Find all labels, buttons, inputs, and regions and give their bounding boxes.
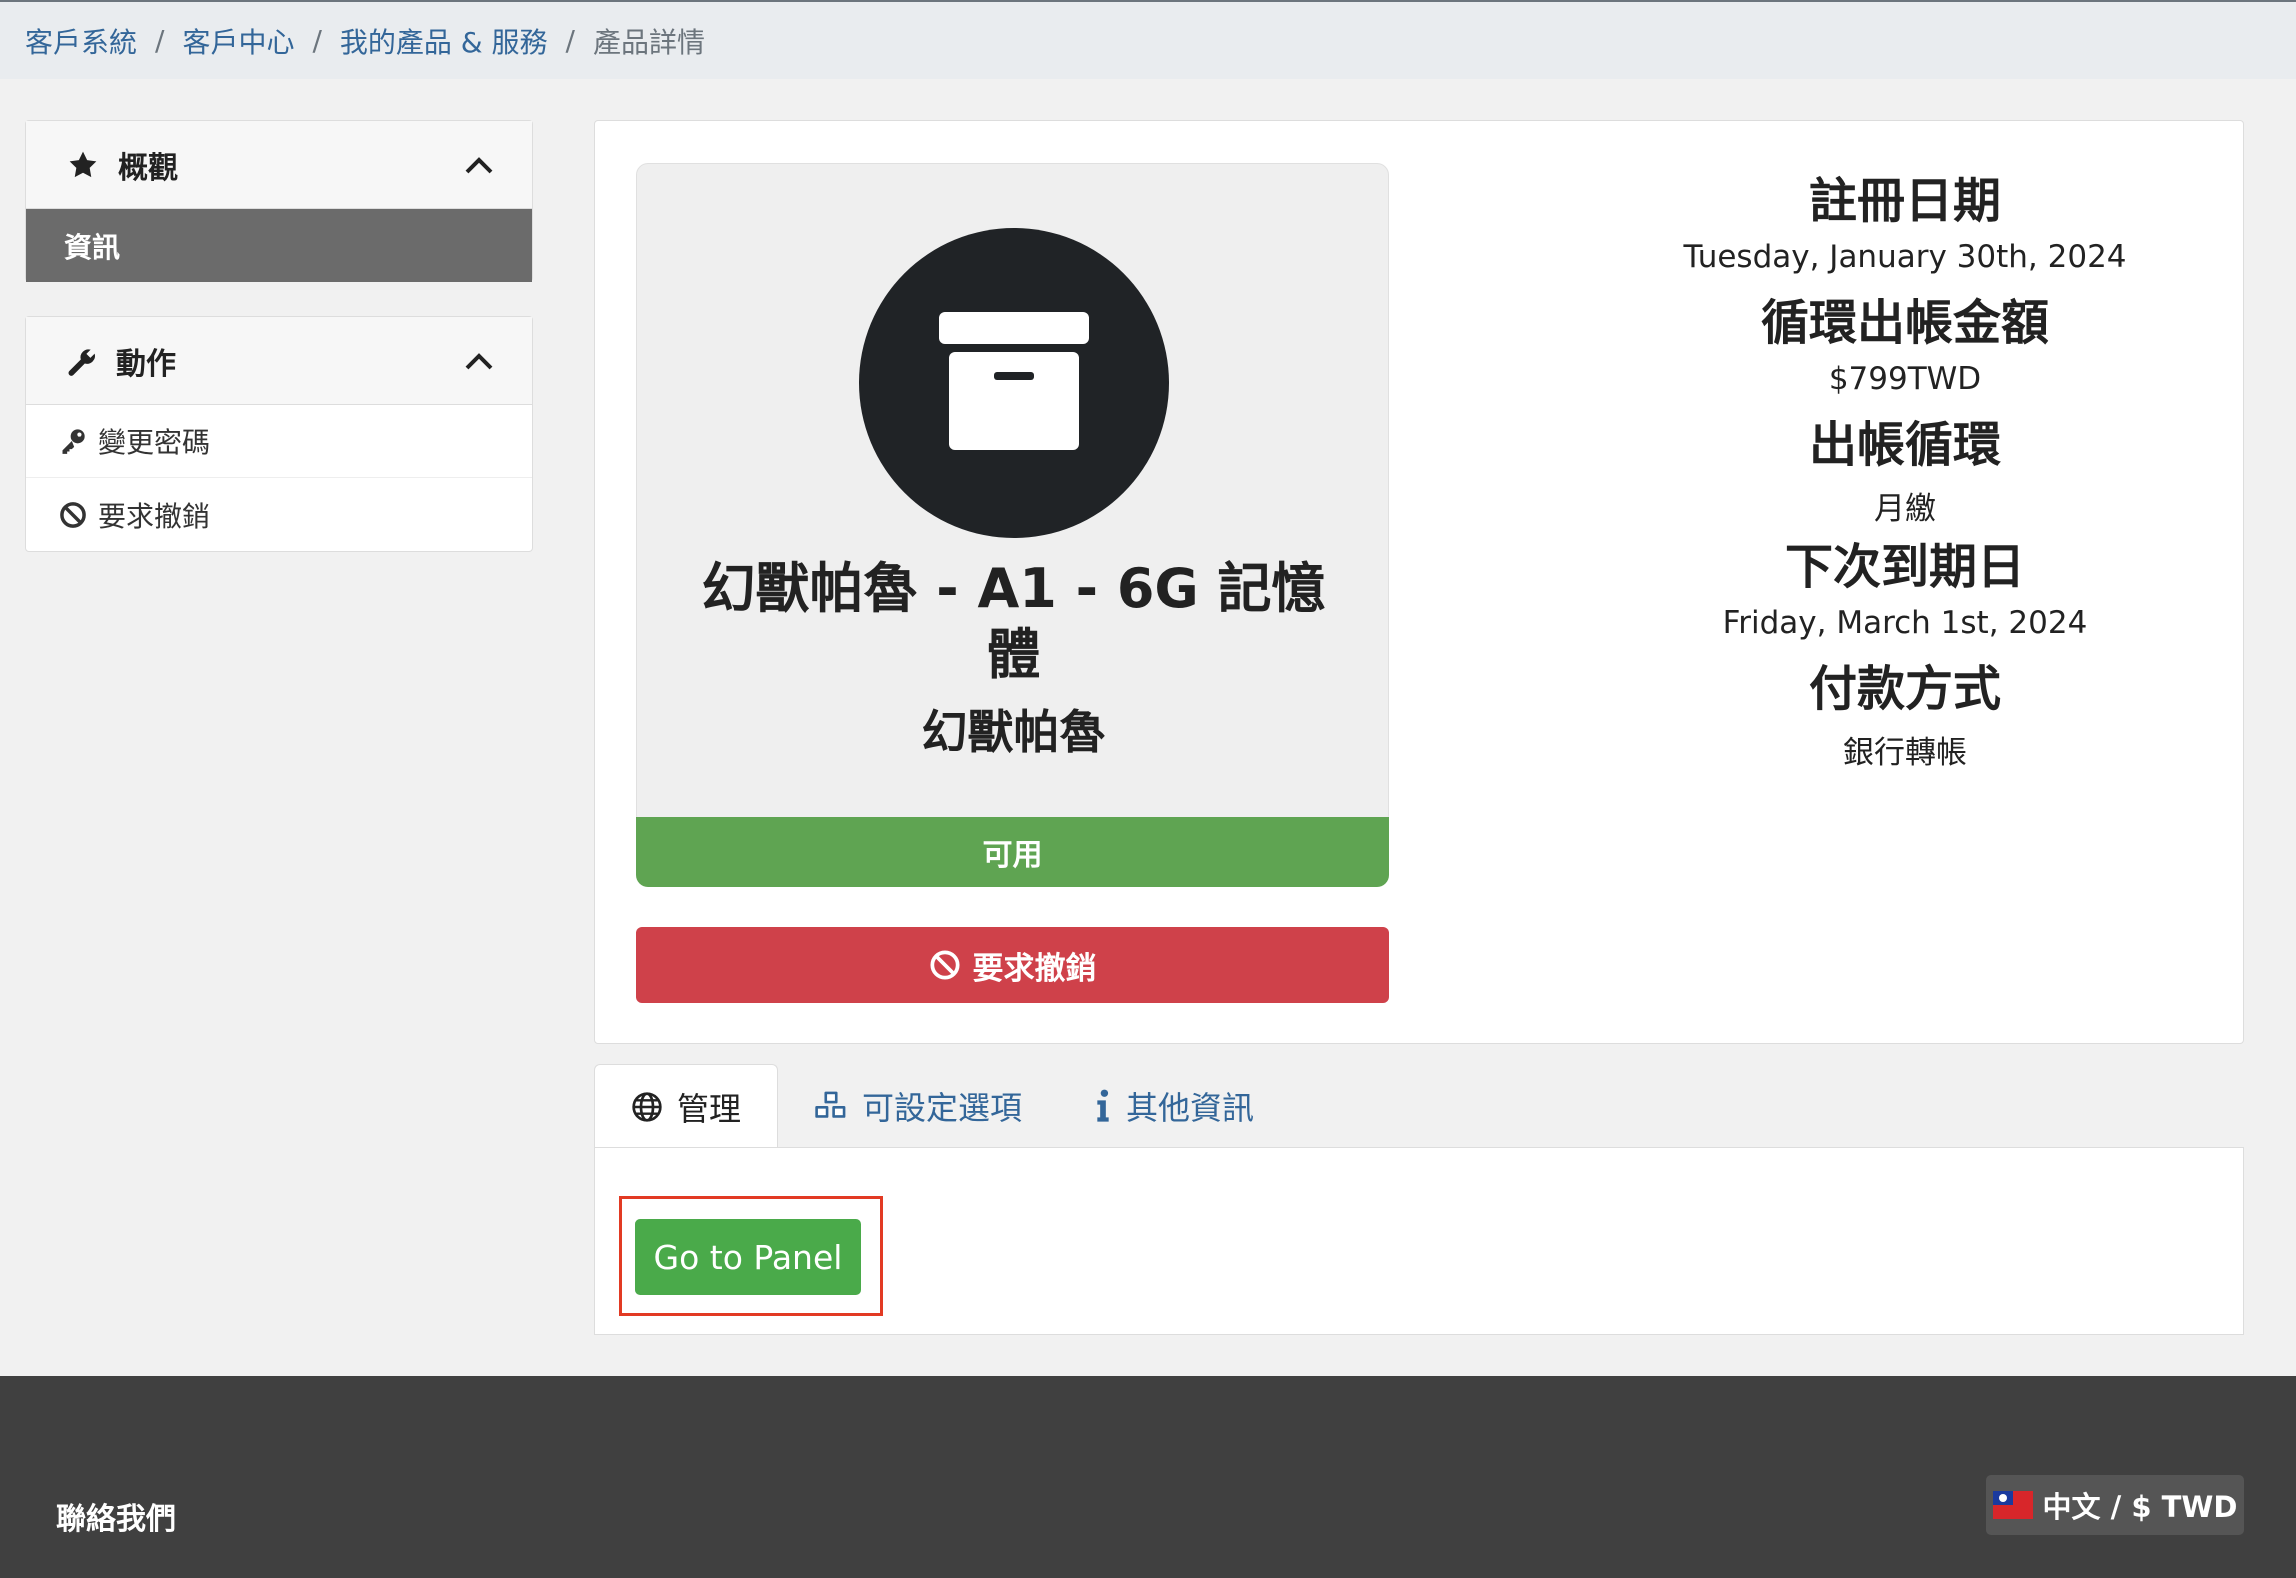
cancel-button-label: 要求撤銷 — [972, 950, 1097, 987]
sidebar-item-label: 變更密碼 — [98, 426, 211, 459]
product-box: 幻獸帕魯 - A1 - 6G 記憶體 幻獸帕魯 — [636, 163, 1389, 827]
breadcrumb-separator: / — [565, 24, 575, 57]
chevron-up-icon[interactable] — [464, 155, 494, 175]
product-group: 幻獸帕魯 — [921, 705, 1106, 759]
sidebar-item-label: 資訊 — [64, 230, 121, 264]
contact-us-link[interactable]: 聯絡我們 — [56, 1494, 176, 1538]
product-details-card: 幻獸帕魯 - A1 - 6G 記憶體 幻獸帕魯 可用 要求撤銷 註冊日期 Tue… — [594, 120, 2244, 1044]
info-icon — [1097, 1089, 1109, 1122]
payment-method-value: 銀行轉帳 — [1843, 735, 1967, 771]
ban-icon — [929, 950, 960, 980]
sidebar-actions-panel: 動作 變更密碼 要求撤銷 — [25, 316, 533, 552]
sidebar-item-info[interactable]: 資訊 — [26, 209, 532, 282]
status-badge: 可用 — [636, 817, 1389, 887]
tab-panel-manage: Go to Panel — [594, 1147, 2244, 1335]
language-currency-label: 中文 / $ TWD — [2042, 1490, 2238, 1524]
payment-method-label: 付款方式 — [1808, 661, 2001, 717]
footer: 聯絡我們 中文 / $ TWD — [0, 1376, 2296, 1578]
sidebar-overview-panel: 概觀 資訊 — [25, 120, 533, 282]
sidebar-item-change-password[interactable]: 變更密碼 — [26, 405, 532, 478]
key-icon — [58, 426, 88, 456]
sidebar-item-request-cancellation[interactable]: 要求撤銷 — [26, 478, 532, 551]
registration-date-label: 註冊日期 — [1808, 173, 2001, 229]
sidebar-item-label: 要求撤銷 — [98, 499, 211, 533]
status-label: 可用 — [982, 838, 1043, 873]
taiwan-flag-icon — [1992, 1491, 2033, 1519]
tab-label: 管理 — [677, 1090, 742, 1128]
request-cancellation-button[interactable]: 要求撤銷 — [636, 927, 1389, 1003]
archive-box-icon — [939, 312, 1089, 450]
chevron-up-icon[interactable] — [464, 351, 494, 371]
wrench-icon — [66, 345, 98, 377]
sidebar-actions-title: 動作 — [116, 346, 176, 382]
tab-additional-info[interactable]: 其他資訊 — [1058, 1064, 1290, 1148]
next-due-date-value: Friday, March 1st, 2024 — [1722, 605, 2088, 641]
breadcrumb-separator: / — [312, 24, 322, 57]
product-tabs: 管理 可設定選項 其他資訊 — [594, 1064, 1290, 1149]
tab-label: 可設定選項 — [862, 1089, 1023, 1127]
tab-label: 其他資訊 — [1126, 1089, 1255, 1127]
billing-cycle-value: 月繳 — [1874, 491, 1936, 527]
star-icon — [66, 149, 100, 181]
cubes-icon — [815, 1091, 846, 1118]
recurring-amount-value: $799TWD — [1828, 361, 1982, 397]
tab-configurable-options[interactable]: 可設定選項 — [778, 1064, 1058, 1148]
breadcrumb-separator: / — [155, 24, 165, 57]
ban-icon — [58, 500, 88, 530]
sidebar-actions-header[interactable]: 動作 — [26, 317, 532, 405]
globe-icon — [632, 1092, 662, 1122]
breadcrumb-current: 產品詳情 — [592, 25, 705, 59]
sidebar-overview-header[interactable]: 概觀 — [26, 121, 532, 209]
breadcrumb: 客戶系統 / 客戶中心 / 我的產品 & 服務 / 產品詳情 — [0, 0, 2296, 79]
tab-manage[interactable]: 管理 — [594, 1064, 779, 1149]
go-to-panel-button[interactable]: Go to Panel — [635, 1219, 861, 1295]
product-name: 幻獸帕魯 - A1 - 6G 記憶體 — [701, 557, 1326, 686]
product-icon-circle — [859, 228, 1169, 538]
billing-cycle-label: 出帳循環 — [1808, 417, 2001, 473]
registration-date-value: Tuesday, January 30th, 2024 — [1683, 239, 2127, 275]
breadcrumb-my-products[interactable]: 我的產品 & 服務 — [340, 21, 548, 61]
language-currency-button[interactable]: 中文 / $ TWD — [1986, 1475, 2244, 1535]
sidebar-overview-title: 概觀 — [118, 150, 178, 186]
breadcrumb-client-system[interactable]: 客戶系統 — [25, 21, 137, 61]
breadcrumb-client-center[interactable]: 客戶中心 — [182, 21, 294, 61]
recurring-amount-label: 循環出帳金額 — [1760, 295, 2049, 351]
next-due-date-label: 下次到期日 — [1784, 539, 2025, 595]
